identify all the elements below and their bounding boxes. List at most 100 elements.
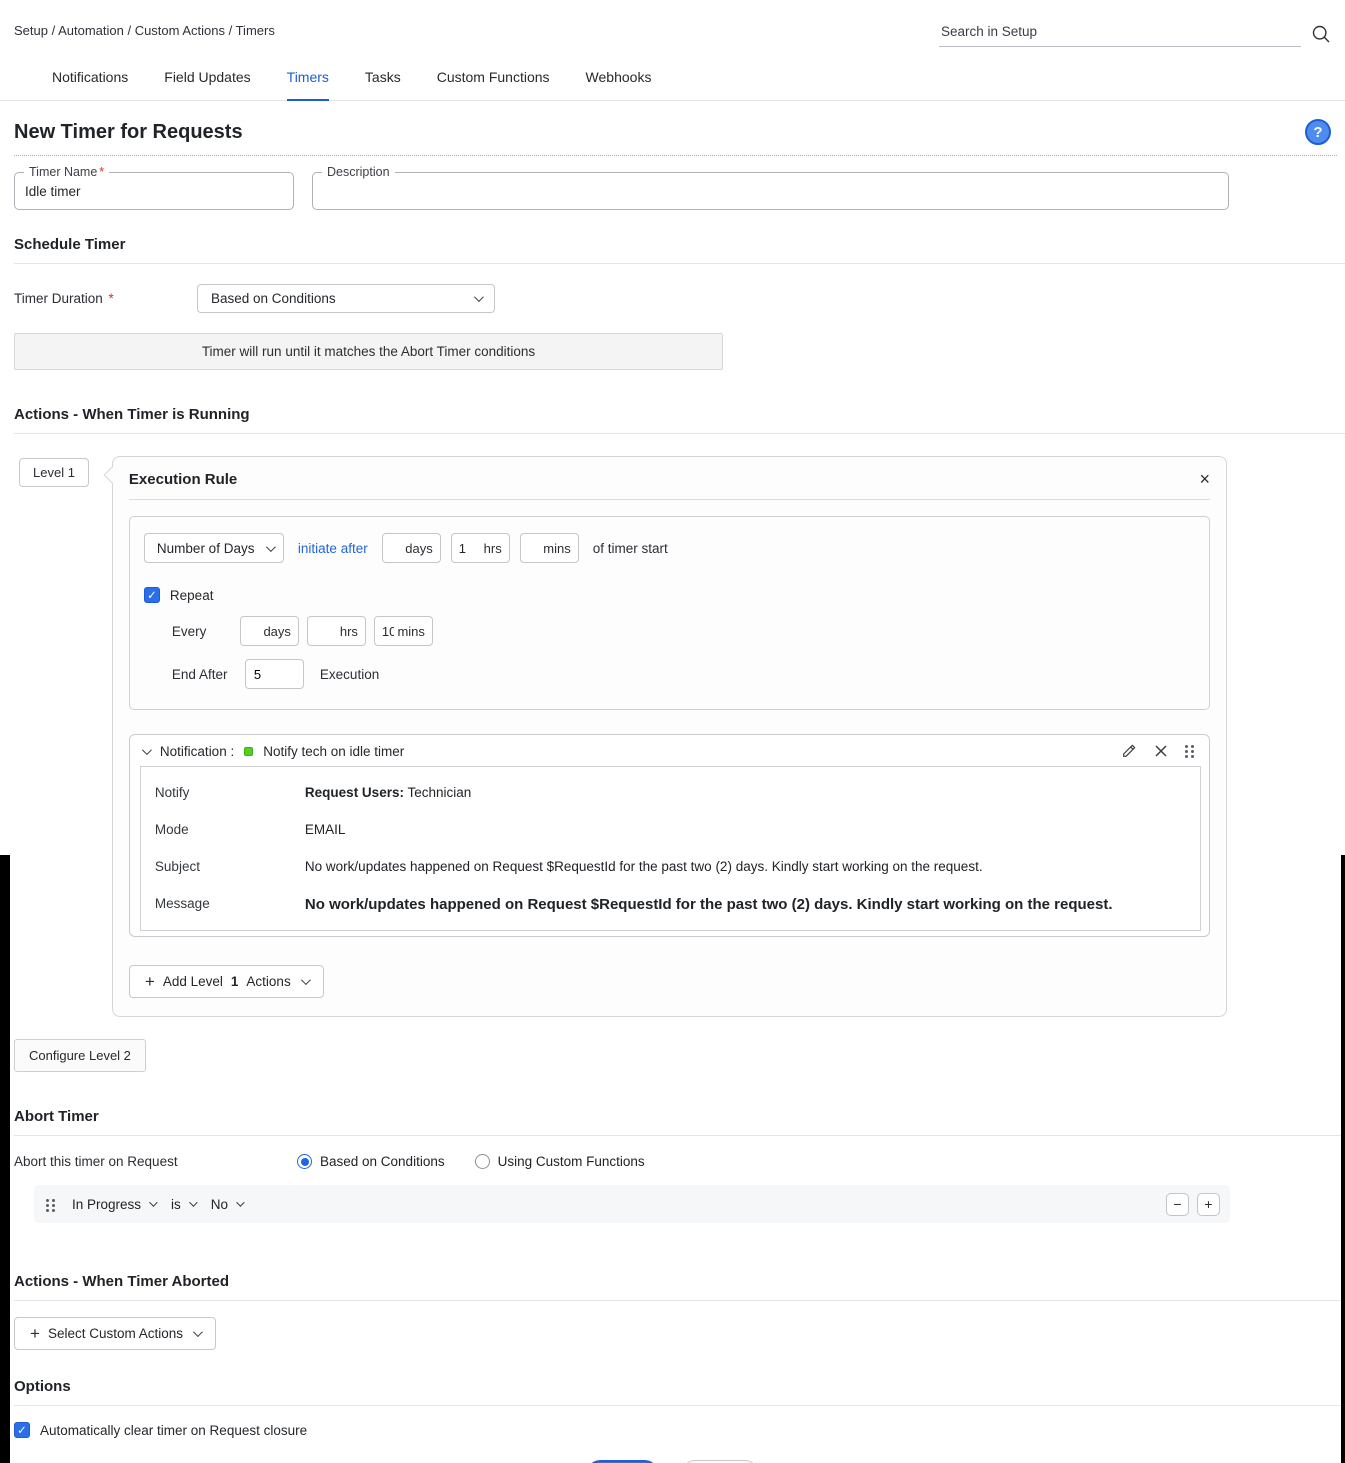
help-icon[interactable]: ? (1305, 119, 1331, 145)
notification-card: Notification : Notify tech on idle timer (129, 734, 1210, 937)
actions-aborted-heading: Actions - When Timer Aborted (14, 1273, 1331, 1290)
repeat-checkbox[interactable]: ✓ (144, 587, 160, 603)
configure-level2-button[interactable]: Configure Level 2 (14, 1039, 146, 1072)
tab-custom-functions[interactable]: Custom Functions (437, 69, 550, 100)
timer-duration-row: Timer Duration * Based on Conditions (14, 284, 1331, 313)
end-after-input[interactable] (245, 659, 304, 689)
tab-timers[interactable]: Timers (287, 69, 329, 101)
description-input[interactable] (323, 184, 1218, 199)
radio-label: Based on Conditions (320, 1154, 445, 1169)
collapse-chevron-icon[interactable] (142, 745, 152, 755)
section-divider (14, 263, 1345, 264)
add-button-text: Actions (246, 974, 290, 989)
end-after-row: End After Execution (172, 659, 1195, 689)
repeat-label: Repeat (170, 588, 214, 603)
detail-row-notify: Notify Request Users: Technician (141, 774, 1200, 811)
add-button-level: 1 (231, 974, 239, 989)
detail-label: Message (155, 896, 305, 913)
every-days-box: days (240, 616, 299, 646)
required-asterisk: * (109, 291, 114, 306)
remove-icon[interactable] (1154, 744, 1168, 758)
abort-option-row: Abort this timer on Request Based on Con… (14, 1154, 1331, 1169)
every-label: Every (172, 624, 232, 639)
abort-timer-heading: Abort Timer (14, 1108, 1331, 1125)
chevron-down-icon (193, 1327, 203, 1337)
timer-duration-label: Timer Duration * (14, 291, 197, 306)
actions-running-heading: Actions - When Timer is Running (14, 406, 1331, 423)
auto-clear-checkbox[interactable]: ✓ (14, 1422, 30, 1438)
tab-field-updates[interactable]: Field Updates (164, 69, 250, 100)
days-input[interactable] (390, 541, 403, 556)
timer-duration-select[interactable]: Based on Conditions (197, 284, 495, 313)
radio-based-on-conditions[interactable]: Based on Conditions (297, 1154, 445, 1169)
breadcrumb[interactable]: Setup / Automation / Custom Actions / Ti… (14, 20, 275, 38)
every-hrs-input[interactable] (315, 624, 337, 639)
rule-box: Number of Days initiate after days hrs (129, 516, 1210, 710)
trigger-row: Number of Days initiate after days hrs (144, 533, 1195, 563)
abort-condition-row: In Progress is No − + (34, 1185, 1230, 1223)
edit-pencil-icon[interactable] (1121, 743, 1137, 759)
notification-detail: Notify Request Users: Technician Mode EM… (140, 766, 1201, 931)
detail-value: Request Users: Technician (305, 785, 471, 800)
condition-operator-select[interactable]: is (171, 1197, 195, 1212)
search-icon[interactable] (1311, 24, 1331, 47)
execution-label: Execution (320, 667, 379, 682)
detail-row-message: Message No work/updates happened on Requ… (141, 885, 1200, 924)
detail-value: EMAIL (305, 822, 346, 837)
add-condition-button[interactable]: + (1197, 1193, 1220, 1216)
add-button-text: Add Level (163, 974, 223, 989)
drag-handle-icon[interactable] (46, 1198, 56, 1212)
timer-setup-page: Setup / Automation / Custom Actions / Ti… (0, 0, 1345, 1463)
chevron-down-icon (236, 1198, 244, 1206)
tab-webhooks[interactable]: Webhooks (586, 69, 652, 100)
plus-icon: + (30, 1327, 40, 1341)
radio-label: Using Custom Functions (498, 1154, 645, 1169)
auto-clear-row: ✓ Automatically clear timer on Request c… (14, 1422, 1345, 1438)
timer-name-input[interactable] (25, 184, 283, 199)
remove-condition-button[interactable]: − (1166, 1193, 1189, 1216)
detail-row-subject: Subject No work/updates happened on Requ… (141, 848, 1200, 885)
auto-clear-label: Automatically clear timer on Request clo… (40, 1423, 307, 1438)
level1-row: Level 1 Execution Rule × Number of Days … (19, 456, 1227, 1017)
tab-tasks[interactable]: Tasks (365, 69, 401, 100)
chevron-down-icon (474, 292, 484, 302)
options-heading: Options (14, 1378, 1331, 1395)
mins-input[interactable] (528, 541, 541, 556)
description-label: Description (322, 165, 395, 179)
notification-header[interactable]: Notification : Notify tech on idle timer (130, 735, 1209, 766)
radio-unselected-icon (475, 1154, 490, 1169)
condition-field-select[interactable]: In Progress (72, 1197, 155, 1212)
description-field: Description (312, 172, 1229, 210)
of-timer-start-text: of timer start (593, 541, 668, 556)
panel-header: Execution Rule × (113, 457, 1226, 499)
condition-value-select[interactable]: No (211, 1197, 242, 1212)
abort-label: Abort this timer on Request (14, 1154, 297, 1169)
radio-using-custom-functions[interactable]: Using Custom Functions (475, 1154, 645, 1169)
close-icon[interactable]: × (1199, 470, 1210, 488)
title-divider (14, 155, 1337, 156)
timer-run-info: Timer will run until it matches the Abor… (14, 333, 723, 370)
drag-handle-icon[interactable] (1185, 744, 1195, 758)
setup-search (939, 20, 1331, 47)
detail-row-mode: Mode EMAIL (141, 811, 1200, 848)
timer-duration-value: Based on Conditions (211, 291, 336, 306)
section-divider (14, 1135, 1345, 1136)
every-days-input[interactable] (248, 624, 261, 639)
select-custom-actions-button[interactable]: + Select Custom Actions (14, 1317, 216, 1350)
detail-value: No work/updates happened on Request $Req… (305, 896, 1113, 913)
title-row: New Timer for Requests ? (14, 119, 1331, 145)
hrs-input[interactable] (459, 541, 481, 556)
every-mins-input[interactable] (382, 624, 395, 639)
tab-bar: Notifications Field Updates Timers Tasks… (0, 47, 1345, 101)
tab-notifications[interactable]: Notifications (52, 69, 128, 100)
section-divider (14, 1405, 1345, 1406)
trigger-type-select[interactable]: Number of Days (144, 533, 284, 563)
radio-selected-icon (297, 1154, 312, 1169)
add-level1-actions-button[interactable]: + Add Level 1 Actions (129, 965, 324, 998)
mins-unit: mins (394, 624, 424, 639)
required-asterisk: * (99, 165, 104, 179)
hrs-input-box: hrs (451, 533, 510, 563)
days-input-box: days (382, 533, 441, 563)
initiate-after-link[interactable]: initiate after (298, 541, 368, 556)
search-input[interactable] (939, 20, 1301, 47)
